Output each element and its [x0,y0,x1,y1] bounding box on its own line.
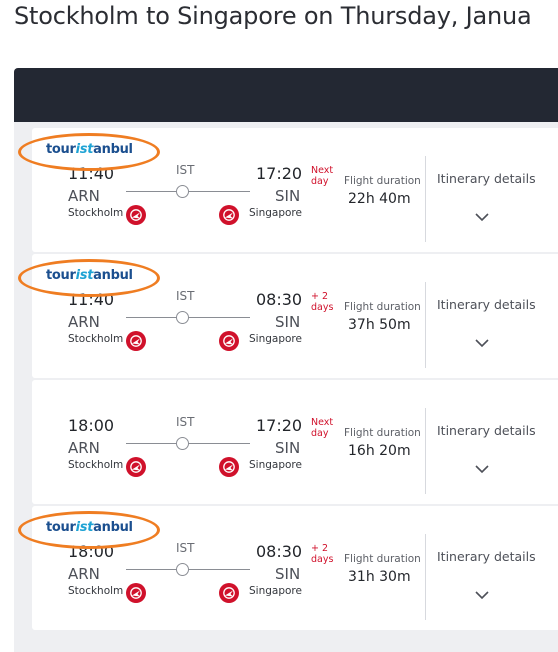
logo-wordmark-part: tour [46,520,76,535]
arrival-time: 17:20 [256,416,303,435]
flight-duration-label: Flight duration [344,427,421,439]
layover-airport: IST [176,163,195,177]
results-header-bar [14,68,558,122]
departure-airport-code: ARN [68,187,100,205]
layover-stop-dot [176,437,189,450]
logo-wordmark: touristanbul [46,268,133,283]
logo-wordmark: touristanbul [46,142,133,157]
logo-wordmark-part: anbul [93,142,133,157]
itinerary-details-link[interactable]: Itinerary details [437,423,536,438]
layover-airport: IST [176,289,195,303]
arrival-airport-code: SIN [275,313,301,331]
itinerary-details-link[interactable]: Itinerary details [437,297,536,312]
turkish-airlines-logo-icon [219,331,239,351]
logo-wordmark-part: ist [75,142,94,157]
column-divider [425,408,426,494]
column-divider [425,282,426,368]
turkish-airlines-logo-icon [219,457,239,477]
itinerary-details-link[interactable]: Itinerary details [437,171,536,186]
flight-card[interactable]: 18:00 ARN Stockholm IST 17:20 SIN Singapore Nex… [32,380,558,504]
turkish-airlines-logo-icon [126,205,146,225]
departure-city: Stockholm [68,207,124,219]
arrival-city: Singapore [249,585,302,597]
logo-wordmark-part: anbul [93,520,133,535]
chevron-down-icon[interactable] [475,585,489,600]
turkish-airlines-logo-icon [219,205,239,225]
column-divider [425,156,426,242]
arrival-city: Singapore [249,333,302,345]
layover-stop-dot [176,185,189,198]
flight-duration-label: Flight duration [344,175,421,187]
turkish-airlines-logo-icon [126,583,146,603]
departure-airport-code: ARN [68,439,100,457]
arrival-time: 17:20 [256,164,303,183]
flight-duration-label: Flight duration [344,301,421,313]
departure-airport-code: ARN [68,565,100,583]
arrival-airport-code: SIN [275,439,301,457]
arrival-time: 08:30 [256,290,303,309]
layover-airport: IST [176,541,195,555]
turkish-airlines-logo-icon [126,457,146,477]
layover-stop-dot [176,311,189,324]
arrival-time: 08:30 [256,542,303,561]
departure-time: 18:00 [68,416,115,435]
layover-stop-dot [176,563,189,576]
logo-wordmark-part: anbul [93,268,133,283]
chevron-down-icon[interactable] [475,459,489,474]
arrival-city: Singapore [249,207,302,219]
logo-wordmark-part: ist [75,268,94,283]
departure-city: Stockholm [68,459,124,471]
turkish-airlines-logo-icon [219,583,239,603]
itinerary-details-link[interactable]: Itinerary details [437,549,536,564]
logo-wordmark-part: tour [46,268,76,283]
logo-wordmark-part: tour [46,142,76,157]
flight-duration-value: 16h 20m [348,443,411,459]
chevron-down-icon[interactable] [475,333,489,348]
column-divider [425,534,426,620]
departure-city: Stockholm [68,333,124,345]
flight-duration-value: 22h 40m [348,191,411,207]
logo-wordmark: touristanbul [46,520,133,535]
arrival-airport-code: SIN [275,565,301,583]
flight-duration-label: Flight duration [344,553,421,565]
departure-airport-code: ARN [68,313,100,331]
turkish-airlines-logo-icon [126,331,146,351]
chevron-down-icon[interactable] [475,207,489,222]
layover-airport: IST [176,415,195,429]
flight-duration-value: 37h 50m [348,317,411,333]
departure-city: Stockholm [68,585,124,597]
arrival-airport-code: SIN [275,187,301,205]
flight-duration-value: 31h 30m [348,569,411,585]
page-title: Stockholm to Singapore on Thursday, Janu… [14,2,532,30]
logo-wordmark-part: ist [75,520,94,535]
arrival-city: Singapore [249,459,302,471]
